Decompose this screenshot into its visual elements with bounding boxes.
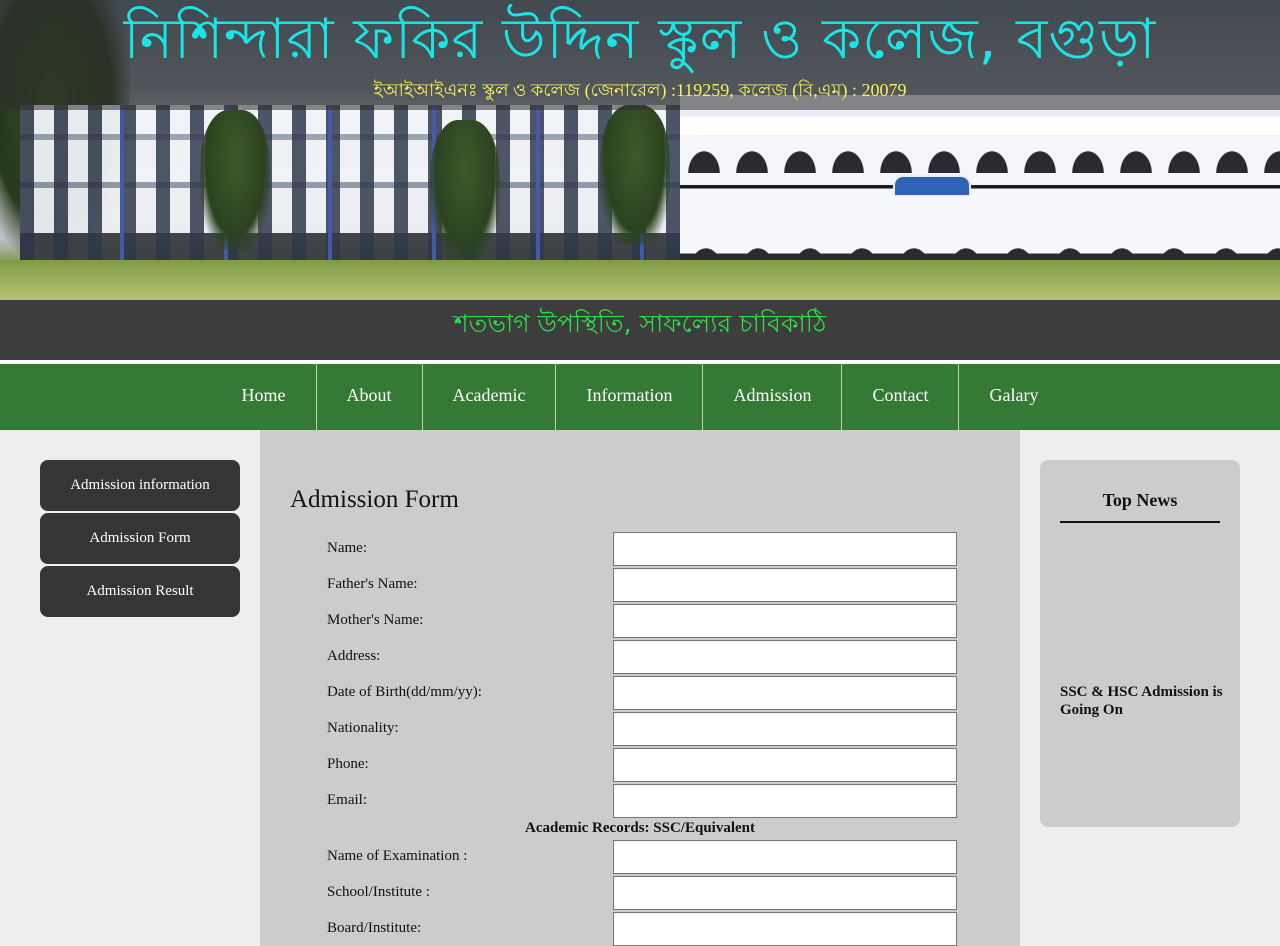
nav-item-galary[interactable]: Galary <box>958 364 1068 430</box>
top-news-panel: Top News SSC & HSC Admission is Going On <box>1040 460 1240 827</box>
sidebar-item-admission-result[interactable]: Admission Result <box>40 566 240 617</box>
field-label: Name of Examination : <box>327 848 468 864</box>
field-label: Father's Name: <box>327 576 418 592</box>
form-row-school: School/Institute : <box>327 876 957 910</box>
admission-form-panel: Admission Form Name: Father's Name: Moth… <box>260 430 1020 946</box>
dob-input[interactable] <box>613 676 957 710</box>
email-input[interactable] <box>613 784 957 818</box>
name-input[interactable] <box>613 532 957 566</box>
phone-input[interactable] <box>613 748 957 782</box>
field-label: Date of Birth(dd/mm/yy): <box>327 684 482 700</box>
sidebar-item-admission-form[interactable]: Admission Form <box>40 513 240 564</box>
field-label: Mother's Name: <box>327 612 424 628</box>
form-row-address: Address: <box>327 640 957 674</box>
banner-tree <box>600 105 670 245</box>
nav-item-academic[interactable]: Academic <box>421 364 556 430</box>
address-input[interactable] <box>613 640 957 674</box>
content-area: Admission information Admission Form Adm… <box>0 430 1280 946</box>
form-row-dob: Date of Birth(dd/mm/yy): <box>327 676 957 710</box>
father-name-input[interactable] <box>613 568 957 602</box>
nav-item-home[interactable]: Home <box>212 364 316 430</box>
academic-records-heading: Academic Records: SSC/Equivalent <box>525 820 755 836</box>
form-row-exam-name: Name of Examination : <box>327 840 957 874</box>
field-label: Email: <box>327 792 367 808</box>
site-title: নিশিন্দারা ফকির উদ্দিন স্কুল ও কলেজ, বগু… <box>123 7 1157 72</box>
main-nav: Home About Academic Information Admissio… <box>0 364 1280 430</box>
nav-item-information[interactable]: Information <box>555 364 702 430</box>
page-title: Admission Form <box>290 486 459 513</box>
sidebar: Admission information Admission Form Adm… <box>40 460 240 619</box>
field-label: Address: <box>327 648 381 664</box>
banner-tree <box>200 110 270 250</box>
motto-strip: শতভাগ উপস্থিতি, সাফল্যের চাবিকাঠি <box>0 300 1280 360</box>
school-input[interactable] <box>613 876 957 910</box>
nationality-input[interactable] <box>613 712 957 746</box>
field-label: Name: <box>327 540 367 556</box>
top-news-heading: Top News <box>1060 490 1220 523</box>
banner-tree <box>430 120 500 260</box>
field-label: School/Institute : <box>327 884 430 900</box>
news-item[interactable]: SSC & HSC Admission is Going On <box>1060 683 1225 719</box>
banner-building-left <box>20 105 690 265</box>
field-label: Nationality: <box>327 720 399 736</box>
header-banner: নিশিন্দারা ফকির উদ্দিন স্কুল ও কলেজ, বগু… <box>0 0 1280 300</box>
form-row-board: Board/Institute: <box>327 912 957 946</box>
banner-lawn <box>0 260 1280 300</box>
banner-arches <box>680 125 1280 275</box>
exam-name-input[interactable] <box>613 840 957 874</box>
field-label: Phone: <box>327 756 369 772</box>
nav-item-about[interactable]: About <box>315 364 422 430</box>
form-row-father-name: Father's Name: <box>327 568 957 602</box>
form-row-phone: Phone: <box>327 748 957 782</box>
form-row-name: Name: <box>327 532 957 566</box>
form-row-email: Email: <box>327 784 957 818</box>
eiin-line: ইআইআইএনঃ স্কুল ও কলেজ (জেনারেল) :119259,… <box>373 80 907 100</box>
board-input[interactable] <box>613 912 957 946</box>
form-row-nationality: Nationality: <box>327 712 957 746</box>
sidebar-item-admission-information[interactable]: Admission information <box>40 460 240 511</box>
nav-item-contact[interactable]: Contact <box>841 364 958 430</box>
mother-name-input[interactable] <box>613 604 957 638</box>
form-row-mother-name: Mother's Name: <box>327 604 957 638</box>
field-label: Board/Institute: <box>327 920 422 936</box>
nav-item-admission[interactable]: Admission <box>702 364 841 430</box>
banner-sign <box>893 175 971 197</box>
